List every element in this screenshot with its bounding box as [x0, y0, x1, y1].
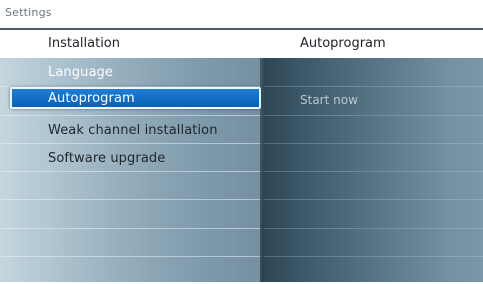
title-divider [0, 28, 483, 30]
row-divider [262, 171, 483, 172]
row-divider [0, 228, 262, 229]
row-divider [0, 256, 262, 257]
row-divider [0, 143, 262, 144]
start-now-action[interactable]: Start now [300, 93, 358, 107]
row-divider [0, 115, 262, 116]
row-divider [262, 86, 483, 87]
submenu-panel [262, 58, 483, 282]
right-column-header: Autoprogram [300, 36, 386, 51]
tv-settings-screen: Settings Installation Autoprogram Langua… [0, 0, 483, 284]
row-divider [262, 143, 483, 144]
menu-item-autoprogram[interactable]: Autoprogram [48, 91, 135, 106]
row-divider [0, 171, 262, 172]
menu-item-language[interactable]: Language [48, 65, 113, 80]
row-divider [262, 115, 483, 116]
row-divider [262, 199, 483, 200]
menu-item-weak-channel-installation[interactable]: Weak channel installation [48, 123, 218, 138]
window-title: Settings [5, 6, 52, 19]
left-column-header: Installation [48, 36, 121, 51]
menu-item-software-upgrade[interactable]: Software upgrade [48, 151, 165, 166]
row-divider [262, 228, 483, 229]
row-divider [0, 199, 262, 200]
row-divider [262, 256, 483, 257]
